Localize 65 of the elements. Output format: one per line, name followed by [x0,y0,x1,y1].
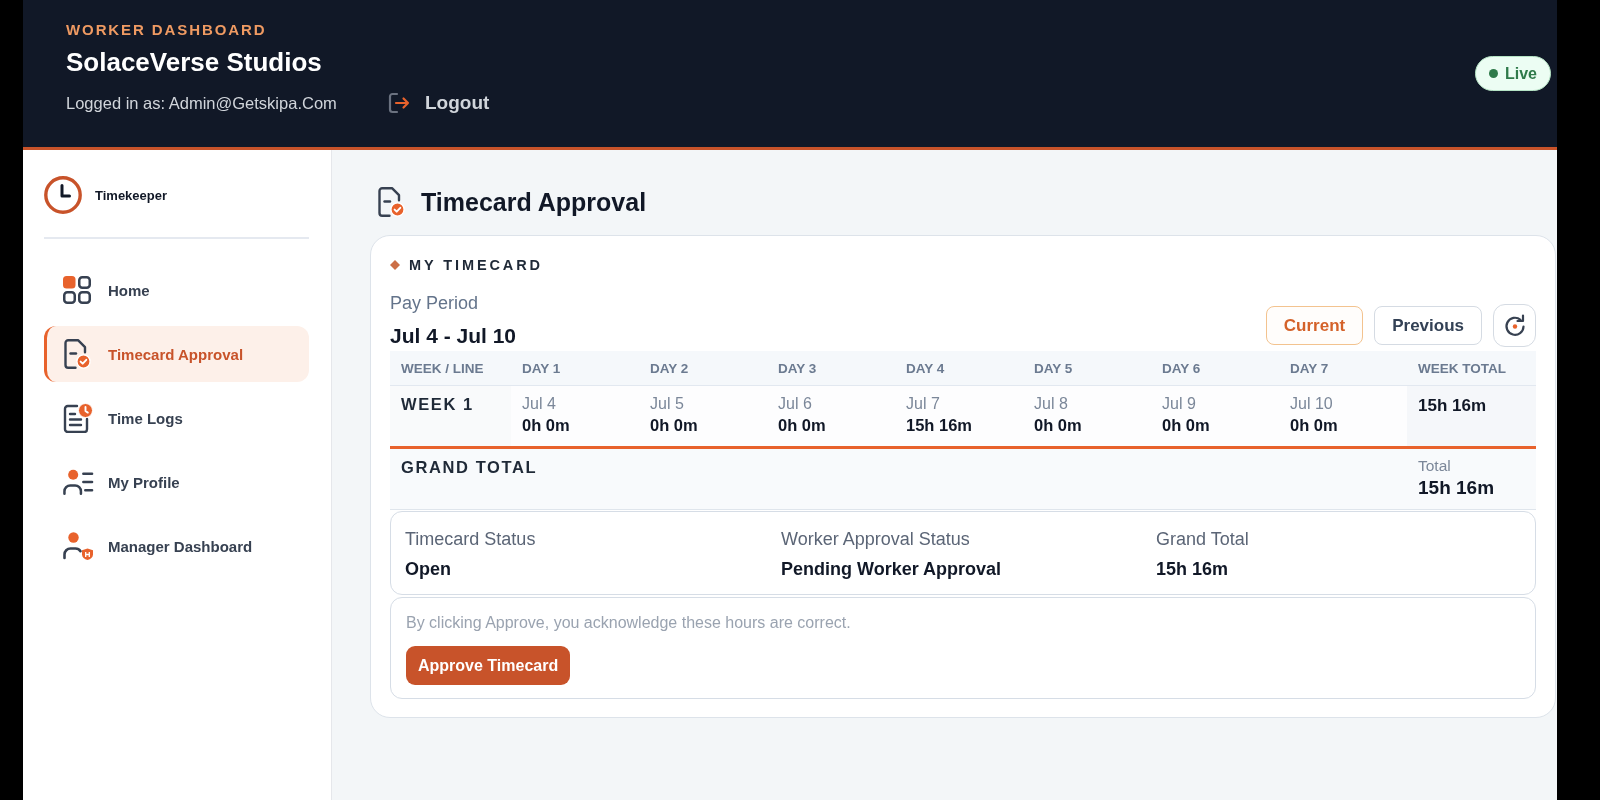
approval-note: By clicking Approve, you acknowledge these hours are correct. [406,613,851,633]
column-header: DAY 1 [522,361,561,376]
person-shield-icon [63,532,94,560]
day-date: Jul 10 [1290,394,1333,414]
sidebar-item[interactable]: Manager Dashboard [44,518,309,574]
pay-period-dates: Jul 4 - Jul 10 [390,323,517,349]
column-header: DAY 7 [1290,361,1329,376]
column-header: WEEK / LINE [401,361,484,376]
app-name: Timekeeper [95,187,168,203]
day-hours: 0h 0m [522,415,570,436]
column-header: DAY 3 [778,361,817,376]
period-button[interactable]: Current [1265,306,1364,345]
grand-total-label: GRAND TOTAL [401,458,538,476]
status-value: Open [405,558,451,581]
status-value: 15h 16m [1156,558,1229,581]
status-value: Pending Worker Approval [781,558,1002,581]
sidebar-item[interactable]: My Profile [44,454,309,510]
diamond-icon [390,260,400,270]
total-value: 15h 16m [1418,476,1495,500]
header-eyebrow: WORKER DASHBOARD [66,21,267,39]
refresh-icon [1502,313,1527,338]
column-header: DAY 4 [906,361,945,376]
status-label: Timecard Status [405,528,536,551]
total-label: Total [1418,456,1451,476]
column-header: DAY 6 [1162,361,1201,376]
day-date: Jul 8 [1034,394,1068,414]
logout-button[interactable]: Logout [388,91,490,115]
day-hours: 0h 0m [1290,415,1338,436]
day-hours: 0h 0m [650,415,698,436]
status-label: Live [1505,64,1537,83]
sidebar-item[interactable]: Time Logs [44,390,309,446]
person-lines-icon [63,469,94,495]
status-label: Worker Approval Status [781,528,970,551]
day-date: Jul 4 [522,394,556,414]
approve-timecard-button[interactable]: Approve Timecard [406,646,571,685]
row-label: WEEK 1 [401,395,474,413]
day-hours: 0h 0m [778,415,826,436]
period-button[interactable]: Previous [1374,306,1482,345]
company-name: SolaceVerse Studios [66,46,322,78]
column-header: WEEK TOTAL [1418,361,1506,376]
status-dot-icon [1489,69,1498,78]
day-date: Jul 7 [906,394,940,414]
document-check-icon [377,187,405,217]
week-total-cell: 15h 16m [1407,386,1536,446]
day-hours: 15h 16m [906,415,973,436]
document-clock-icon [63,403,93,433]
sidebar-item[interactable]: Timecard Approval [44,326,309,382]
status-label: Grand Total [1156,528,1249,551]
pay-period-label: Pay Period [390,292,480,315]
document-check-icon [63,339,91,369]
refresh-button[interactable] [1493,304,1536,347]
day-hours: 0h 0m [1034,415,1082,436]
day-date: Jul 9 [1162,394,1196,414]
clock-icon [44,176,82,214]
column-header: DAY 2 [650,361,689,376]
page-title: Timecard Approval [421,187,647,217]
logout-icon [388,92,410,114]
logged-in-user: Logged in as: Admin@Getskipa.Com [66,93,338,114]
column-header: DAY 5 [1034,361,1073,376]
grid-icon [63,276,91,304]
section-heading: MY TIMECARD [409,257,543,273]
day-date: Jul 5 [650,394,684,414]
sidebar-item[interactable]: Home [44,262,309,318]
day-date: Jul 6 [778,394,812,414]
day-hours: 0h 0m [1162,415,1210,436]
